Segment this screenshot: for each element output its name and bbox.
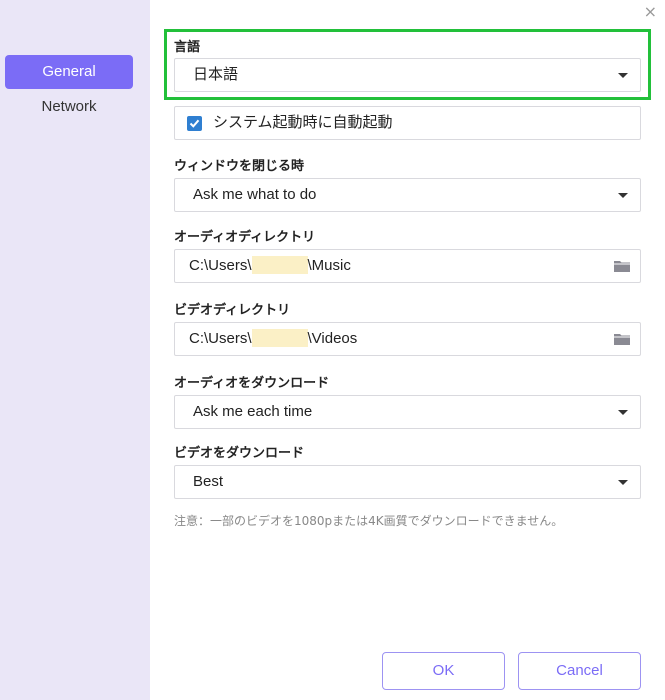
language-select[interactable]: 日本語: [174, 58, 641, 92]
video-dir-label: ビデオディレクトリ: [174, 303, 291, 318]
audio-dir-prefix: C:\Users\: [189, 257, 252, 274]
on-close-label: ウィンドウを閉じる時: [174, 159, 305, 174]
video-download-value: Best: [193, 473, 224, 490]
audio-dir-label: オーディオディレクトリ: [174, 230, 316, 245]
check-icon: [189, 119, 200, 128]
on-close-select[interactable]: Ask me what to do: [174, 178, 641, 212]
sidebar: General Network: [0, 0, 150, 700]
autostart-label: システム起動時に自動起動: [213, 114, 393, 131]
audio-download-label: オーディオをダウンロード: [174, 376, 330, 391]
video-dir-suffix: \Videos: [307, 330, 358, 347]
sidebar-item-network[interactable]: Network: [5, 90, 133, 124]
sidebar-item-general[interactable]: General: [5, 55, 133, 89]
ok-button[interactable]: OK: [382, 652, 505, 690]
language-label: 言語: [174, 40, 201, 55]
video-download-select[interactable]: Best: [174, 465, 641, 499]
download-note: 注意：一部のビデオを1080pまたは4K画質でダウンロードできません。: [174, 514, 564, 528]
video-dir-field[interactable]: C:\Users\ \Videos: [174, 322, 641, 356]
folder-icon[interactable]: [614, 260, 630, 272]
language-value: 日本語: [193, 66, 239, 83]
video-dir-prefix: C:\Users\: [189, 330, 252, 347]
chevron-down-icon: [618, 73, 628, 78]
redacted-username: [251, 328, 308, 347]
cancel-button[interactable]: Cancel: [518, 652, 641, 690]
on-close-value: Ask me what to do: [193, 186, 317, 203]
video-dir-path: C:\Users\ \Videos: [189, 323, 357, 355]
audio-download-value: Ask me each time: [193, 403, 313, 420]
audio-dir-path: C:\Users\ \Music: [189, 250, 351, 282]
chevron-down-icon: [618, 193, 628, 198]
video-download-label: ビデオをダウンロード: [174, 446, 305, 461]
chevron-down-icon: [618, 480, 628, 485]
audio-dir-field[interactable]: C:\Users\ \Music: [174, 249, 641, 283]
folder-icon[interactable]: [614, 333, 630, 345]
redacted-username: [251, 255, 308, 274]
autostart-option[interactable]: システム起動時に自動起動: [174, 106, 641, 140]
autostart-checkbox[interactable]: [187, 116, 202, 131]
audio-download-select[interactable]: Ask me each time: [174, 395, 641, 429]
audio-dir-suffix: \Music: [307, 257, 351, 274]
chevron-down-icon: [618, 410, 628, 415]
close-icon[interactable]: ×: [644, 2, 657, 21]
